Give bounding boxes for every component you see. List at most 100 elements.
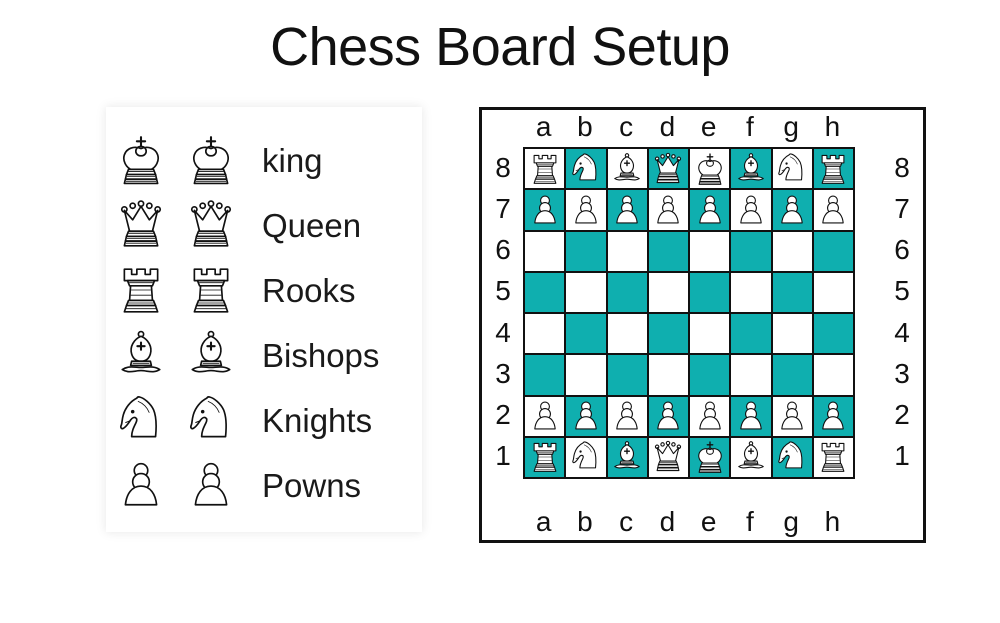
rook-black-icon[interactable]: .pc-fill{fill:#111111;stroke:#111111;str… — [528, 152, 562, 186]
king-white-icon[interactable]: .pc-fill{fill:#ffffff;stroke:#111111;str… — [693, 440, 727, 474]
square-g6[interactable] — [771, 230, 813, 272]
pawn-black-icon[interactable]: .pc-fill{fill:#111111;stroke:#111111;str… — [610, 193, 644, 227]
square-f6[interactable] — [730, 230, 772, 272]
square-e4[interactable] — [689, 313, 731, 355]
square-g5[interactable] — [771, 271, 813, 313]
pawn-white-icon[interactable]: .pc-fill{fill:#ffffff;stroke:#111111;str… — [816, 399, 850, 433]
square-c7[interactable]: .pc-fill{fill:#111111;stroke:#111111;str… — [606, 189, 648, 231]
file-label-top-e: e — [700, 111, 717, 142]
square-g8[interactable]: .pc-fill{fill:#111111;stroke:#111111;str… — [771, 148, 813, 190]
square-a3[interactable] — [524, 354, 566, 396]
bishop-white-icon[interactable]: .pc-fill{fill:#ffffff;stroke:#111111;str… — [734, 440, 768, 474]
square-e2[interactable]: .pc-fill{fill:#ffffff;stroke:#111111;str… — [689, 395, 731, 437]
square-h8[interactable]: .pc-fill{fill:#111111;stroke:#111111;str… — [812, 148, 854, 190]
square-e7[interactable]: .pc-fill{fill:#111111;stroke:#111111;str… — [689, 189, 731, 231]
square-g1[interactable]: .pc-fill{fill:#ffffff;stroke:#111111;str… — [771, 436, 813, 478]
square-c6[interactable] — [606, 230, 648, 272]
square-a5[interactable] — [524, 271, 566, 313]
square-b1[interactable]: .pc-fill{fill:#ffffff;stroke:#111111;str… — [565, 436, 607, 478]
pawn-black-icon[interactable]: .pc-fill{fill:#111111;stroke:#111111;str… — [816, 193, 850, 227]
square-h3[interactable] — [812, 354, 854, 396]
square-a4[interactable] — [524, 313, 566, 355]
square-f4[interactable] — [730, 313, 772, 355]
square-d4[interactable] — [647, 313, 689, 355]
square-b4[interactable] — [565, 313, 607, 355]
square-b2[interactable]: .pc-fill{fill:#ffffff;stroke:#111111;str… — [565, 395, 607, 437]
square-h6[interactable] — [812, 230, 854, 272]
pawn-white-icon[interactable]: .pc-fill{fill:#ffffff;stroke:#111111;str… — [528, 399, 562, 433]
square-d5[interactable] — [647, 271, 689, 313]
square-b8[interactable]: .pc-fill{fill:#111111;stroke:#111111;str… — [565, 148, 607, 190]
bishop-white-icon[interactable]: .pc-fill{fill:#ffffff;stroke:#111111;str… — [610, 440, 644, 474]
rook-white-icon[interactable]: .pc-fill{fill:#ffffff;stroke:#111111;str… — [528, 440, 562, 474]
square-f1[interactable]: .pc-fill{fill:#ffffff;stroke:#111111;str… — [730, 436, 772, 478]
square-f5[interactable] — [730, 271, 772, 313]
square-d6[interactable] — [647, 230, 689, 272]
square-f8[interactable]: .pc-fill{fill:#111111;stroke:#111111;str… — [730, 148, 772, 190]
rook-white-icon[interactable]: .pc-fill{fill:#ffffff;stroke:#111111;str… — [816, 440, 850, 474]
square-a1[interactable]: .pc-fill{fill:#ffffff;stroke:#111111;str… — [524, 436, 566, 478]
square-h7[interactable]: .pc-fill{fill:#111111;stroke:#111111;str… — [812, 189, 854, 231]
pawn-white-icon[interactable]: .pc-fill{fill:#ffffff;stroke:#111111;str… — [651, 399, 685, 433]
square-a2[interactable]: .pc-fill{fill:#ffffff;stroke:#111111;str… — [524, 395, 566, 437]
pawn-white-icon[interactable]: .pc-fill{fill:#ffffff;stroke:#111111;str… — [693, 399, 727, 433]
square-c2[interactable]: .pc-fill{fill:#ffffff;stroke:#111111;str… — [606, 395, 648, 437]
pawn-black-icon[interactable]: .pc-fill{fill:#111111;stroke:#111111;str… — [775, 193, 809, 227]
square-c8[interactable]: .pc-fill{fill:#111111;stroke:#111111;str… — [606, 148, 648, 190]
square-d8[interactable]: .pc-fill{fill:#111111;stroke:#111111;str… — [647, 148, 689, 190]
rank-label-left-8: 8 — [495, 151, 511, 183]
queen-black-icon[interactable]: .pc-fill{fill:#111111;stroke:#111111;str… — [651, 152, 685, 186]
pawn-black-icon[interactable]: .pc-fill{fill:#111111;stroke:#111111;str… — [693, 193, 727, 227]
bishop-black-icon[interactable]: .pc-fill{fill:#111111;stroke:#111111;str… — [734, 152, 768, 186]
square-b5[interactable] — [565, 271, 607, 313]
square-b3[interactable] — [565, 354, 607, 396]
square-f2[interactable]: .pc-fill{fill:#ffffff;stroke:#111111;str… — [730, 395, 772, 437]
square-b6[interactable] — [565, 230, 607, 272]
square-f7[interactable]: .pc-fill{fill:#111111;stroke:#111111;str… — [730, 189, 772, 231]
chessboard[interactable]: .pc-fill{fill:#111111;stroke:#111111;str… — [479, 107, 926, 543]
board-grid[interactable]: .pc-fill{fill:#111111;stroke:#111111;str… — [523, 147, 855, 479]
pawn-white-icon[interactable]: .pc-fill{fill:#ffffff;stroke:#111111;str… — [569, 399, 603, 433]
square-d3[interactable] — [647, 354, 689, 396]
pawn-white-icon[interactable]: .pc-fill{fill:#ffffff;stroke:#111111;str… — [775, 399, 809, 433]
rook-black-icon[interactable]: .pc-fill{fill:#111111;stroke:#111111;str… — [816, 152, 850, 186]
square-e8[interactable]: .pc-fill{fill:#111111;stroke:#111111;str… — [689, 148, 731, 190]
knight-white-icon[interactable]: .pc-fill{fill:#ffffff;stroke:#111111;str… — [569, 440, 603, 474]
bishop-black-icon[interactable]: .pc-fill{fill:#111111;stroke:#111111;str… — [610, 152, 644, 186]
square-h1[interactable]: .pc-fill{fill:#ffffff;stroke:#111111;str… — [812, 436, 854, 478]
square-e6[interactable] — [689, 230, 731, 272]
square-h5[interactable] — [812, 271, 854, 313]
pawn-black-icon[interactable]: .pc-fill{fill:#111111;stroke:#111111;str… — [528, 193, 562, 227]
square-a8[interactable]: .pc-fill{fill:#111111;stroke:#111111;str… — [524, 148, 566, 190]
square-d7[interactable]: .pc-fill{fill:#111111;stroke:#111111;str… — [647, 189, 689, 231]
knight-white-icon[interactable]: .pc-fill{fill:#ffffff;stroke:#111111;str… — [775, 440, 809, 474]
square-g4[interactable] — [771, 313, 813, 355]
pawn-white-icon[interactable]: .pc-fill{fill:#ffffff;stroke:#111111;str… — [734, 399, 768, 433]
square-c3[interactable] — [606, 354, 648, 396]
square-e3[interactable] — [689, 354, 731, 396]
knight-black-icon[interactable]: .pc-fill{fill:#111111;stroke:#111111;str… — [775, 152, 809, 186]
square-h2[interactable]: .pc-fill{fill:#ffffff;stroke:#111111;str… — [812, 395, 854, 437]
square-h4[interactable] — [812, 313, 854, 355]
pawn-black-icon[interactable]: .pc-fill{fill:#111111;stroke:#111111;str… — [569, 193, 603, 227]
square-f3[interactable] — [730, 354, 772, 396]
king-black-icon[interactable]: .pc-fill{fill:#111111;stroke:#111111;str… — [693, 152, 727, 186]
square-d2[interactable]: .pc-fill{fill:#ffffff;stroke:#111111;str… — [647, 395, 689, 437]
pawn-black-icon[interactable]: .pc-fill{fill:#111111;stroke:#111111;str… — [651, 193, 685, 227]
square-b7[interactable]: .pc-fill{fill:#111111;stroke:#111111;str… — [565, 189, 607, 231]
square-e1[interactable]: .pc-fill{fill:#ffffff;stroke:#111111;str… — [689, 436, 731, 478]
queen-white-icon[interactable]: .pc-fill{fill:#ffffff;stroke:#111111;str… — [651, 440, 685, 474]
square-c1[interactable]: .pc-fill{fill:#ffffff;stroke:#111111;str… — [606, 436, 648, 478]
square-a7[interactable]: .pc-fill{fill:#111111;stroke:#111111;str… — [524, 189, 566, 231]
square-d1[interactable]: .pc-fill{fill:#ffffff;stroke:#111111;str… — [647, 436, 689, 478]
square-g7[interactable]: .pc-fill{fill:#111111;stroke:#111111;str… — [771, 189, 813, 231]
square-g3[interactable] — [771, 354, 813, 396]
pawn-black-icon[interactable]: .pc-fill{fill:#111111;stroke:#111111;str… — [734, 193, 768, 227]
square-e5[interactable] — [689, 271, 731, 313]
pawn-white-icon[interactable]: .pc-fill{fill:#ffffff;stroke:#111111;str… — [610, 399, 644, 433]
square-g2[interactable]: .pc-fill{fill:#ffffff;stroke:#111111;str… — [771, 395, 813, 437]
square-a6[interactable] — [524, 230, 566, 272]
knight-black-icon[interactable]: .pc-fill{fill:#111111;stroke:#111111;str… — [569, 152, 603, 186]
square-c5[interactable] — [606, 271, 648, 313]
square-c4[interactable] — [606, 313, 648, 355]
